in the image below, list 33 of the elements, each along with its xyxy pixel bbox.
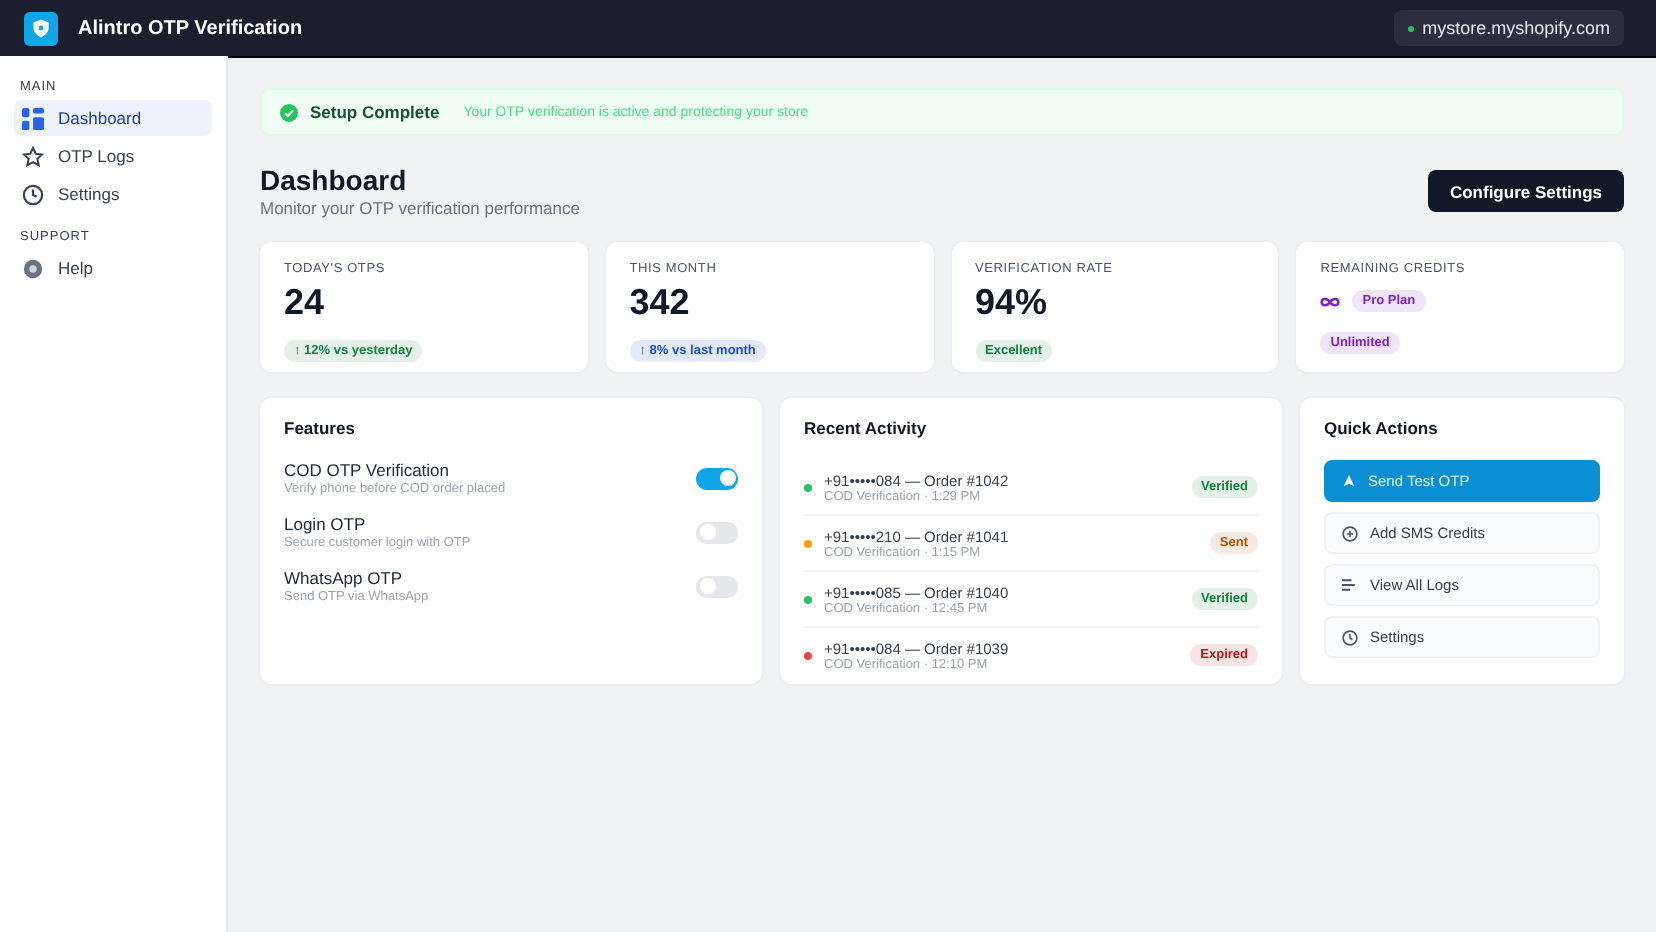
toggle-switch[interactable] — [696, 521, 738, 543]
clock-icon — [22, 183, 44, 205]
sidebar-item[interactable]: Help — [14, 250, 212, 286]
toggle-switch[interactable] — [696, 575, 738, 597]
card-title: Features — [284, 418, 357, 438]
dashboard-icon — [22, 107, 44, 129]
stat-value: 24 — [284, 282, 327, 324]
sidebar-item[interactable]: Dashboard — [14, 100, 212, 136]
app-title: Alintro OTP Verification — [78, 17, 305, 39]
card-title: Quick Actions — [1324, 418, 1440, 438]
toggle-switch[interactable] — [696, 467, 738, 489]
list-icon — [1342, 578, 1358, 592]
page-subtitle: Monitor your OTP verification performance — [260, 198, 580, 218]
store-badge[interactable]: mystore.myshopify.com — [1394, 10, 1624, 46]
banner-title: Setup Complete — [310, 102, 440, 122]
send-icon — [1342, 474, 1356, 488]
sidebar-item[interactable]: OTP Logs — [14, 138, 212, 174]
clock-icon — [1342, 629, 1358, 645]
stat-value: 94% — [975, 282, 1050, 324]
configure-button[interactable]: Configure Settings — [1427, 170, 1624, 212]
card-title: Recent Activity — [804, 418, 929, 438]
infinity-icon — [1320, 295, 1341, 307]
logo-icon — [24, 11, 58, 45]
plus-circle-icon — [1342, 525, 1358, 541]
page-title: Dashboard — [260, 164, 409, 196]
stat-value: 342 — [629, 282, 692, 324]
feature-name: Login OTP — [284, 514, 368, 534]
sidebar-item[interactable]: Settings — [14, 176, 212, 212]
star-icon — [22, 145, 44, 167]
check-circle-icon — [280, 103, 298, 121]
feature-name: WhatsApp OTP — [284, 568, 405, 588]
help-icon — [22, 257, 44, 279]
feature-name: COD OTP Verification — [284, 460, 452, 480]
